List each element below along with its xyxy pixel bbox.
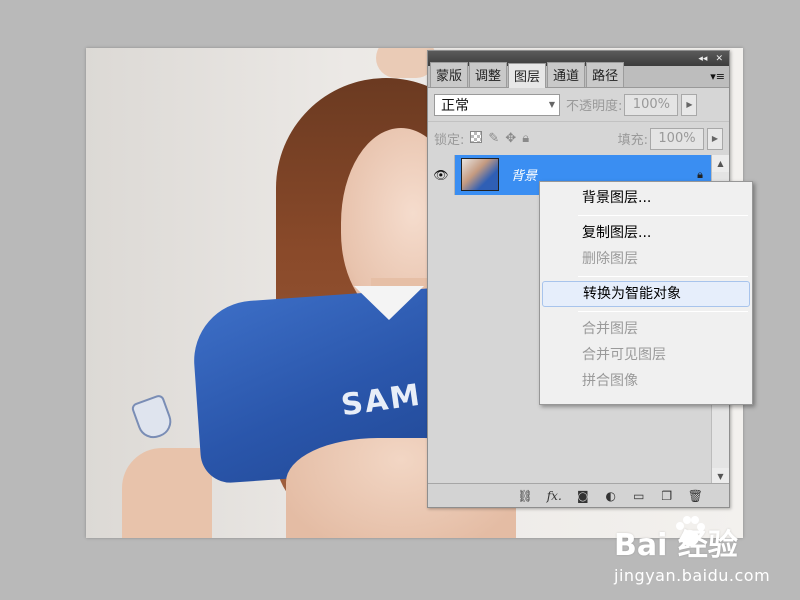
menu-item-duplicate-layer[interactable]: 复制图层...	[542, 220, 750, 246]
lock-icon: 🔒︎	[697, 167, 703, 181]
menu-item-background-layer[interactable]: 背景图层...	[542, 185, 750, 211]
panel-footer: ⛓ fx. ◙ ◐ ▭ ❐ 🗑︎	[428, 483, 729, 507]
fill-input[interactable]: 100%	[650, 127, 704, 150]
lock-label: 锁定:	[434, 133, 465, 148]
lock-transparency-icon[interactable]	[470, 131, 483, 143]
opacity-input[interactable]: 100%	[624, 93, 679, 116]
tab-masks[interactable]: 蒙版	[430, 62, 469, 87]
trash-icon[interactable]: 🗑︎	[688, 489, 703, 503]
layer-name: 背景	[511, 169, 538, 184]
photo-arm	[122, 448, 212, 538]
panel-menu-icon[interactable]: ▾≡	[710, 70, 725, 83]
lock-position-icon[interactable]: ✥	[505, 131, 516, 146]
menu-separator	[578, 311, 748, 312]
menu-item-flatten-image[interactable]: 拼合图像	[542, 368, 750, 394]
fx-icon[interactable]: fx.	[547, 489, 562, 503]
blend-mode-value: 正常	[441, 97, 469, 114]
layer-context-menu: 背景图层... 复制图层... 删除图层 转换为智能对象 合并图层 合并可见图层…	[539, 181, 753, 405]
opacity-slider-button[interactable]: ▶	[681, 93, 698, 116]
eye-icon[interactable]: 👁︎	[428, 154, 455, 195]
adjustment-icon[interactable]: ◐	[604, 489, 618, 503]
menu-item-merge-layers[interactable]: 合并图层	[542, 316, 750, 342]
tab-layers[interactable]: 图层	[508, 63, 547, 88]
panel-tabs: 蒙版 调整 图层 通道 路径 ▾≡	[428, 62, 729, 88]
tab-adjustments[interactable]: 调整	[469, 62, 508, 87]
lock-icons: ✎ ✥ 🔒︎	[470, 131, 529, 146]
folder-icon[interactable]: ▭	[632, 489, 646, 503]
close-panel-icon[interactable]: ✕	[715, 54, 723, 64]
link-icon[interactable]: ⛓	[518, 489, 533, 503]
mask-icon[interactable]: ◙	[576, 489, 590, 503]
opacity-label: 不透明度:	[566, 99, 623, 114]
baidu-watermark: Bai 经验 jingyan.baidu.com	[614, 516, 794, 590]
fill-label: 填充:	[617, 133, 648, 148]
baidu-paw-icon	[676, 516, 705, 546]
layer-thumbnail	[461, 158, 499, 191]
menu-separator	[578, 276, 748, 277]
collapse-panel-icon[interactable]: ◂◂	[698, 54, 707, 64]
lock-all-icon[interactable]: 🔒︎	[522, 131, 529, 146]
tab-paths[interactable]: 路径	[586, 62, 625, 87]
fill-slider-button[interactable]: ▶	[707, 127, 723, 150]
menu-item-delete-layer[interactable]: 删除图层	[542, 246, 750, 272]
chevron-down-icon: ▼	[548, 100, 555, 109]
photo-badge	[130, 393, 176, 443]
lock-row: 锁定: ✎ ✥ 🔒︎ 填充: 100% ▶	[428, 122, 729, 156]
new-layer-icon[interactable]: ❐	[660, 489, 674, 503]
menu-item-merge-visible[interactable]: 合并可见图层	[542, 342, 750, 368]
watermark-url: jingyan.baidu.com	[614, 566, 771, 585]
lock-paint-icon[interactable]: ✎	[488, 131, 499, 146]
menu-separator	[578, 215, 748, 216]
tab-channels[interactable]: 通道	[547, 62, 586, 87]
blend-mode-select[interactable]: 正常 ▼	[434, 93, 560, 116]
menu-item-convert-smart-object[interactable]: 转换为智能对象	[542, 281, 750, 307]
scroll-up-icon[interactable]: ▲	[712, 155, 729, 172]
blend-row: 正常 ▼ 不透明度: 100% ▶	[428, 88, 729, 122]
